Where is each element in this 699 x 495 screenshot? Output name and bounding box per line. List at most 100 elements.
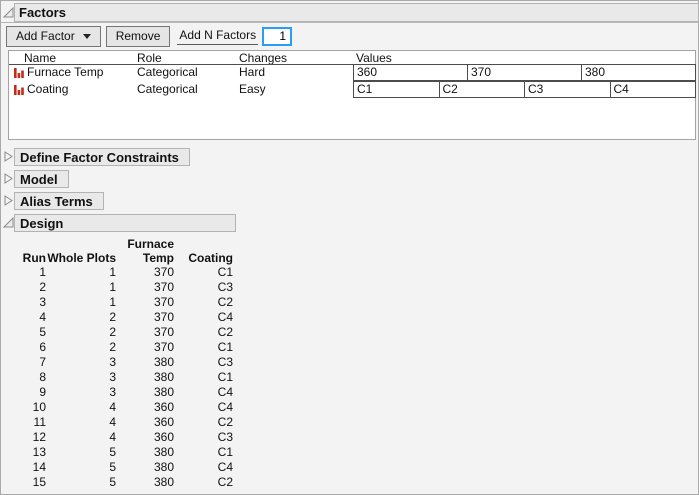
- factor-name[interactable]: Furnace Temp: [27, 65, 103, 79]
- disclosure-closed-icon[interactable]: [3, 195, 14, 206]
- design-coating-cell: C4: [217, 460, 233, 474]
- design-whole-plots-cell: 3: [109, 370, 116, 384]
- factor-value-cell[interactable]: C4: [609, 81, 696, 98]
- design-col-header: Furnace: [127, 237, 174, 251]
- design-whole-plots-cell: 4: [109, 430, 116, 444]
- design-whole-plots-cell: 5: [109, 460, 116, 474]
- factors-title: Factors: [19, 5, 66, 20]
- categorical-bars-icon: [14, 84, 24, 98]
- design-whole-plots-cell: 2: [109, 325, 116, 339]
- disclosure-closed-icon[interactable]: [3, 173, 14, 184]
- design-run-cell: 14: [32, 460, 46, 474]
- factors-table: Name Role Changes Values Furnace Temp Cat…: [8, 50, 696, 140]
- remove-button[interactable]: Remove: [105, 25, 171, 47]
- design-furnace-temp-cell: 360: [153, 400, 174, 414]
- design-coating-cell: C1: [217, 340, 233, 354]
- factors-panel-header: Factors: [1, 3, 699, 23]
- remove-label: Remove: [115, 29, 161, 43]
- design-coating-cell: C1: [217, 265, 233, 279]
- design-furnace-temp-cell: 360: [153, 415, 174, 429]
- design-coating-cell: C2: [217, 415, 233, 429]
- design-furnace-temp-cell: 380: [153, 385, 174, 399]
- factor-name[interactable]: Coating: [27, 82, 68, 96]
- disclosure-closed-icon[interactable]: [3, 151, 14, 162]
- factor-values: C1 C2 C3 C4: [353, 81, 696, 98]
- design-col-header: [1, 237, 46, 251]
- alias-terms-title[interactable]: Alias Terms: [14, 192, 104, 210]
- design-run-cell: 1: [39, 265, 46, 279]
- add-factor-label: Add Factor: [16, 29, 75, 43]
- design-coating-cell: C3: [217, 280, 233, 294]
- categorical-bars-icon: [14, 67, 24, 81]
- design-run-cell: 9: [39, 385, 46, 399]
- design-table: Furnace Run Whole Plots Temp Coating 1 1 370 C1 2…: [1, 237, 233, 490]
- factors-title-box[interactable]: Factors: [14, 3, 699, 22]
- model-title[interactable]: Model: [14, 170, 69, 188]
- design-whole-plots-cell: 2: [109, 340, 116, 354]
- design-run-cell: 13: [32, 445, 46, 459]
- factor-value-cell[interactable]: 370: [467, 64, 582, 81]
- factor-role[interactable]: Categorical: [137, 65, 198, 79]
- add-n-factors-input[interactable]: [262, 26, 293, 46]
- factor-value-cell[interactable]: C2: [438, 81, 525, 98]
- design-whole-plots-cell: 1: [109, 280, 116, 294]
- disclosure-open-icon[interactable]: [3, 7, 14, 18]
- design-whole-plots-cell: 1: [109, 295, 116, 309]
- design-furnace-temp-cell: 370: [153, 310, 174, 324]
- design-col-header: Coating: [188, 251, 233, 265]
- design-run-cell: 11: [33, 415, 46, 429]
- define-factor-constraints-title[interactable]: Define Factor Constraints: [14, 148, 190, 166]
- design-whole-plots-cell: 4: [109, 400, 116, 414]
- design-run-cell: 2: [39, 280, 46, 294]
- factor-row: Coating Categorical Easy C1 C2 C3 C4: [9, 81, 696, 98]
- design-coating-cell: C4: [217, 385, 233, 399]
- disclosure-open-icon[interactable]: [3, 217, 14, 228]
- design-whole-plots-cell: 3: [109, 385, 116, 399]
- design-run-cell: 3: [39, 295, 46, 309]
- chevron-down-icon: [82, 33, 91, 39]
- factor-value-cell[interactable]: 380: [581, 64, 696, 81]
- add-n-factors-label: Add N Factors: [177, 27, 259, 45]
- factor-role[interactable]: Categorical: [137, 82, 198, 96]
- design-furnace-temp-cell: 370: [153, 280, 174, 294]
- factor-values: 360 370 380: [353, 64, 696, 81]
- design-coating-cell: C2: [217, 475, 233, 489]
- factor-value-cell[interactable]: 360: [353, 64, 468, 81]
- design-col-header: [46, 237, 116, 251]
- design-whole-plots-cell: 4: [109, 415, 116, 429]
- factor-value-cell[interactable]: C3: [524, 81, 611, 98]
- design-run-cell: 5: [39, 325, 46, 339]
- design-title[interactable]: Design: [14, 214, 236, 232]
- design-run-cell: 8: [39, 370, 46, 384]
- design-furnace-temp-cell: 380: [153, 370, 174, 384]
- jmp-doe-window: { "factors_panel": { "title": "Factors",…: [0, 0, 699, 495]
- design-furnace-temp-cell: 360: [153, 430, 174, 444]
- design-run-cell: 15: [32, 475, 46, 489]
- factor-row: Furnace Temp Categorical Hard 360 370 380: [9, 64, 696, 81]
- design-whole-plots-cell: 2: [109, 310, 116, 324]
- design-run-cell: 6: [39, 340, 46, 354]
- factor-changes[interactable]: Hard: [239, 65, 265, 79]
- design-col-header: Run: [22, 251, 46, 265]
- design-whole-plots-cell: 3: [109, 355, 116, 369]
- design-col-header: [174, 237, 233, 251]
- factor-value-cell[interactable]: C1: [353, 81, 440, 98]
- design-coating-cell: C1: [217, 370, 233, 384]
- design-whole-plots-cell: 5: [109, 475, 116, 489]
- design-whole-plots-cell: 5: [109, 445, 116, 459]
- design-coating-cell: C2: [217, 325, 233, 339]
- design-furnace-temp-cell: 380: [153, 355, 174, 369]
- design-furnace-temp-cell: 380: [153, 460, 174, 474]
- design-furnace-temp-cell: 380: [153, 475, 174, 489]
- design-coating-cell: C1: [217, 445, 233, 459]
- design-furnace-temp-cell: 370: [153, 325, 174, 339]
- factors-toolbar: Add Factor Remove Add N Factors: [6, 25, 293, 47]
- col-header-role: Role: [137, 51, 162, 65]
- col-header-changes: Changes: [239, 51, 288, 65]
- design-coating-cell: C2: [217, 295, 233, 309]
- add-factor-button[interactable]: Add Factor: [6, 25, 101, 47]
- design-run-cell: 4: [39, 310, 46, 324]
- design-furnace-temp-cell: 380: [153, 445, 174, 459]
- factor-changes[interactable]: Easy: [239, 82, 266, 96]
- design-coating-cell: C3: [217, 355, 233, 369]
